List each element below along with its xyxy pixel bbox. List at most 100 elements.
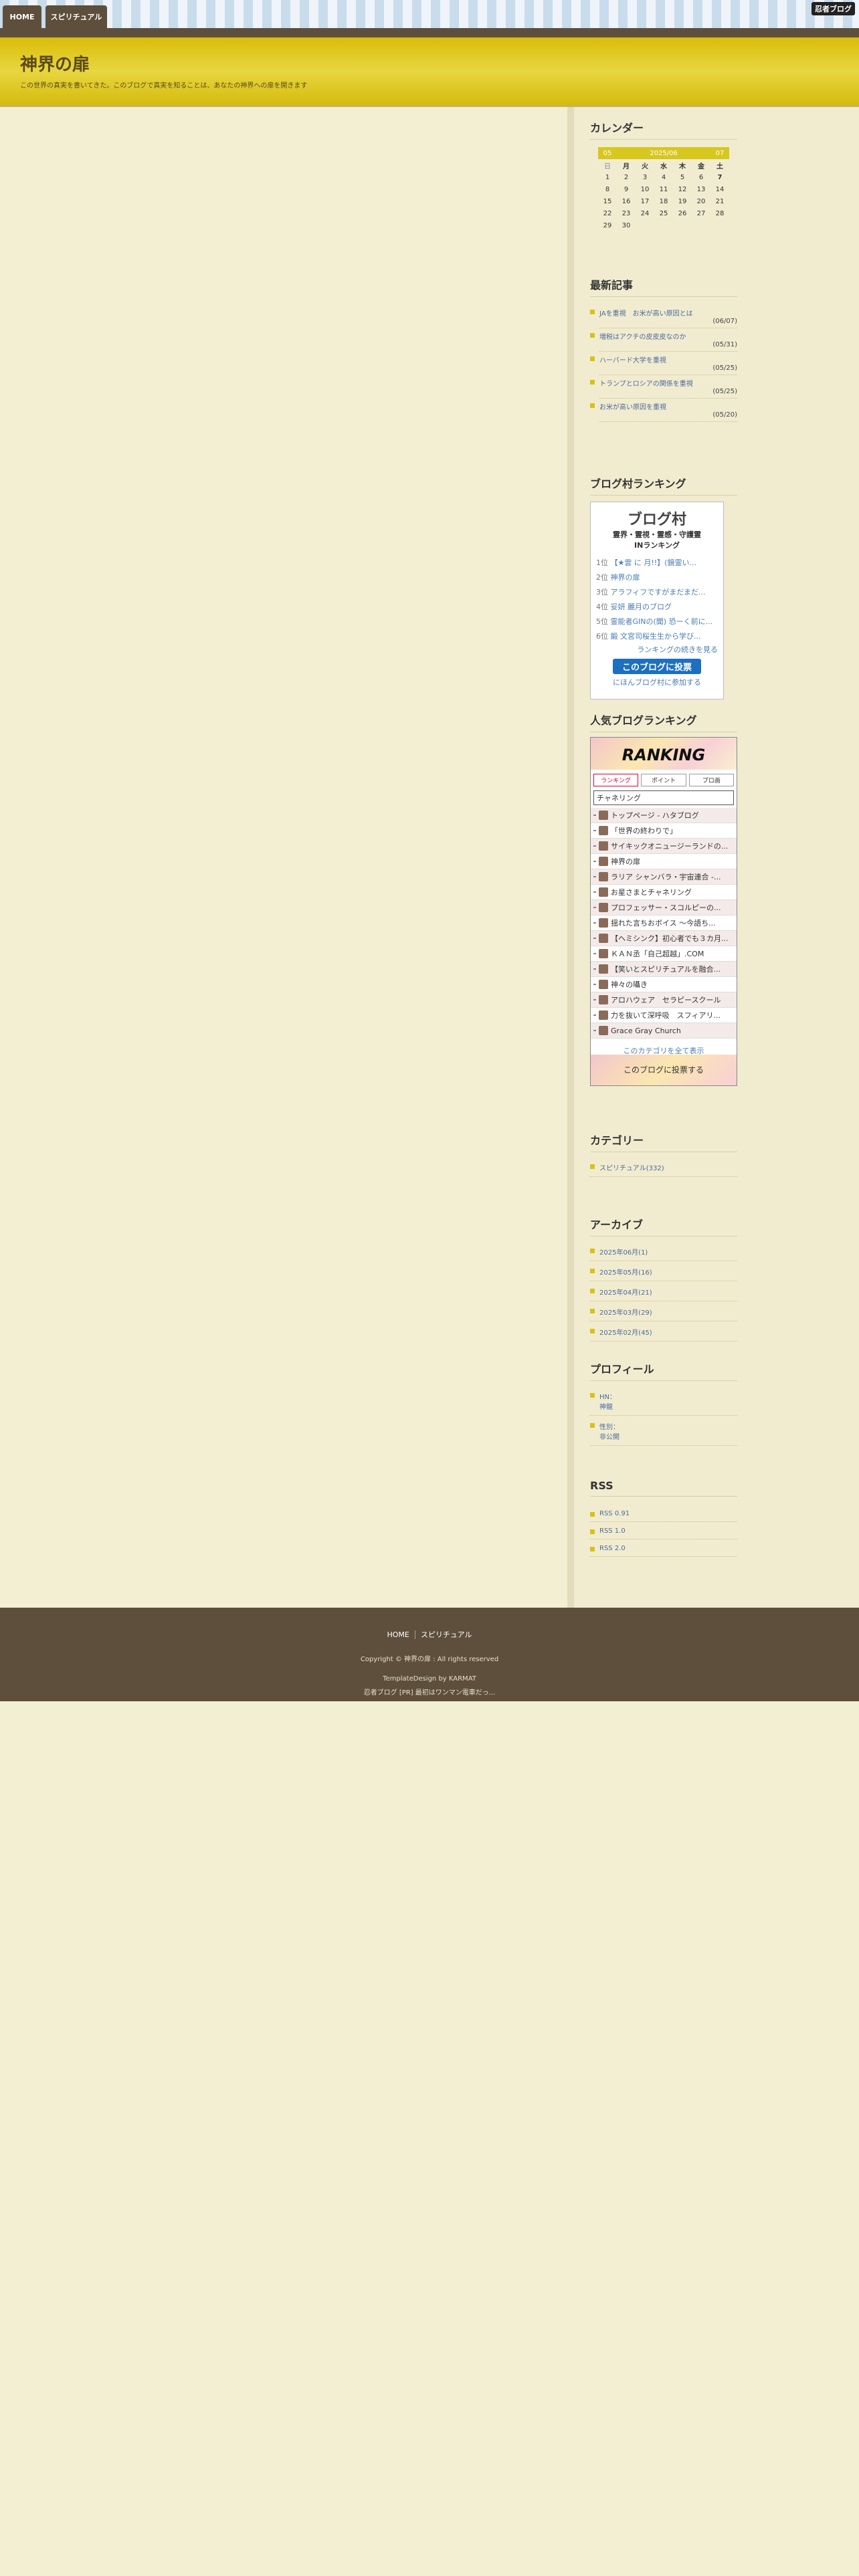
blog-name[interactable]: Grace Gray Church (611, 1027, 681, 1035)
rss-item[interactable]: RSS 2.0 (590, 1545, 737, 1557)
popular-ranking-row[interactable]: お星さまとチャネリング (591, 885, 737, 900)
ranking-blog-title[interactable]: 霊能者GINの(聞) 恐ーく前に... (608, 617, 712, 626)
blogmura-ranking-item[interactable]: 5位 霊能者GINの(聞) 恐ーく前に... (596, 615, 718, 629)
archive-item[interactable]: 2025年03月(29) (590, 1307, 737, 1321)
recent-post-item[interactable]: JAを重視 お米が高い原因とは (06/07) (590, 308, 737, 328)
blog-name[interactable]: 【笑いとスピリチュアルを融合... (611, 964, 721, 974)
calendar-day: 17 (640, 197, 650, 205)
blogmura-more-link[interactable]: ランキングの続きを見る (596, 644, 718, 655)
ranking-blog-title[interactable]: 鍛 文宮司桜生生から学び... (608, 632, 700, 641)
recent-posts-title: 最新記事 (590, 276, 737, 297)
calendar-day: 20 (696, 197, 706, 205)
calendar-day: 5 (680, 173, 685, 181)
calendar-day: 26 (678, 209, 687, 217)
calendar-weekday: 月 (623, 163, 630, 171)
rss-title: RSS (590, 1479, 737, 1497)
site-description: この世界の真実を書いてきた。このブログで真実を知ることは、あなたの神界への扉を開… (20, 82, 308, 90)
ranking-logo[interactable]: RANKING (591, 746, 737, 764)
blogmura-ranking-item[interactable]: 4位 妥妍 麗月のブログ (596, 600, 718, 615)
popular-ranking-row[interactable]: サイキックオニュージーランドの... (591, 839, 737, 854)
archive-item[interactable]: 2025年05月(16) (590, 1267, 737, 1281)
blog-name[interactable]: お星さまとチャネリング (611, 887, 692, 897)
calendar-next-month[interactable]: 07 (710, 147, 729, 159)
nav-tab-home[interactable]: HOME (3, 5, 41, 28)
blogmura-ranking-item[interactable]: 6位 鍛 文宮司桜生生から学び... (596, 629, 718, 644)
footer-ad-link[interactable]: 忍者ブログ [PR] 最初はワンマン電車だっ... (0, 1687, 859, 1697)
popular-ranking-row[interactable]: ＫＡＮ丞「自己超越」.COM (591, 946, 737, 962)
blogmura-ranking-list: 1位 【★雲 に 月!!】(鏡霊い... 2位 神界の扉 3位 アラフィフですがまだ… (596, 556, 718, 644)
blogmura-join-link[interactable]: にほんブログ村に参加する (596, 677, 718, 687)
rss-item[interactable]: RSS 0.91 (590, 1510, 737, 1522)
popular-ranking-row[interactable]: 揺れた言ちおボイス 〜今語ち... (591, 916, 737, 931)
blog-name[interactable]: トップページ - ハタブログ (611, 810, 699, 821)
blog-name[interactable]: 神界の扉 (611, 856, 640, 867)
rss-item[interactable]: RSS 1.0 (590, 1527, 737, 1539)
category-list: スピリチュアル(332) (590, 1162, 737, 1182)
sidebar: カレンダー 05 2025/06 07 日月火水木金土 1 2 3 4 5 6 7 8 9 10 1… (567, 107, 859, 1608)
archive-item[interactable]: 2025年02月(45) (590, 1327, 737, 1341)
blogmura-ranking-item[interactable]: 2位 神界の扉 (596, 570, 718, 585)
tab-ranking[interactable]: ランキング (593, 774, 639, 786)
popular-ranking-row[interactable]: 神々の囁き (591, 977, 737, 992)
calendar-day: 3 (642, 173, 648, 181)
recent-post-item[interactable]: お米が高い原因を重視 (05/20) (590, 401, 737, 422)
rank-badge (593, 968, 596, 970)
calendar-prev-month[interactable]: 05 (598, 147, 617, 159)
ranking-blog-title[interactable]: 【★雲 に 月!!】(鏡霊い... (608, 558, 696, 567)
blogmura-vote-button[interactable]: このブログに投票 (612, 659, 701, 674)
blog-name[interactable]: 揺れた言ちおボイス 〜今語ち... (611, 918, 716, 928)
rss-list: RSS 0.91 RSS 1.0 RSS 2.0 (590, 1510, 737, 1562)
ranking-blog-title[interactable]: アラフィフですがまだまだ... (608, 588, 705, 597)
footer-link-spiritual[interactable]: スピリチュアル (414, 1630, 478, 1639)
site-title[interactable]: 神界の扉 (20, 51, 90, 76)
blog-thumbnail (599, 903, 608, 912)
popular-ranking-row[interactable]: プロフェッサー・スコルピーの... (591, 900, 737, 916)
ninja-blog-logo[interactable]: 忍者ブログ (812, 2, 855, 15)
category-select[interactable]: チャネリング (593, 790, 734, 805)
rank-badge (593, 876, 596, 877)
tab-points[interactable]: ポイント (641, 774, 686, 786)
popular-ranking-row[interactable]: 力を抜いて深呼吸 スフィアリ... (591, 1008, 737, 1023)
tab-pro[interactable]: プロ画 (688, 774, 734, 786)
popular-ranking-row[interactable]: トップページ - ハタブログ (591, 808, 737, 823)
ranking-blog-title[interactable]: 妥妍 麗月のブログ (608, 603, 672, 611)
blogmura-logo[interactable]: ブログ村 (596, 508, 718, 529)
blog-name[interactable]: 力を抜いて深呼吸 スフィアリ... (611, 1010, 721, 1021)
ranking-blog-title[interactable]: 神界の扉 (608, 573, 640, 582)
blog-name[interactable]: 【ヘミシンク】初心者でも３カ月... (611, 933, 729, 944)
blogmura-ranking-item[interactable]: 3位 アラフィフですがまだまだ... (596, 585, 718, 600)
blog-name[interactable]: ラリア シャンバラ・宇宙連合 -... (611, 871, 721, 882)
blog-name[interactable]: アロハウェア セラピースクール (611, 994, 721, 1005)
footer-link-home[interactable]: HOME (381, 1630, 414, 1639)
recent-post-item[interactable]: トランプとロシアの関係を重視 (05/25) (590, 378, 737, 399)
rank-badge (593, 938, 596, 939)
popular-ranking-row[interactable]: 「世界の終わりで」 (591, 823, 737, 839)
archive-item[interactable]: 2025年04月(21) (590, 1287, 737, 1301)
ranking-position: 3位 (596, 588, 608, 597)
recent-post-date: (05/25) (599, 388, 737, 399)
blog-name[interactable]: 神々の囁き (611, 979, 648, 990)
popular-ranking-row[interactable]: 【笑いとスピリチュアルを融合... (591, 962, 737, 977)
category-item[interactable]: スピリチュアル(332) (590, 1162, 737, 1177)
nav-tab-spiritual[interactable]: スピリチュアル (45, 5, 107, 28)
calendar-weekday: 日 (604, 163, 611, 171)
ranking-position: 5位 (596, 617, 608, 626)
blogmura-ranking-item[interactable]: 1位 【★雲 に 月!!】(鏡霊い... (596, 556, 718, 570)
recent-post-item[interactable]: 増税はアクチの皮皮皮なのか (05/31) (590, 331, 737, 352)
ranking-position: 2位 (596, 573, 608, 582)
popular-ranking-row[interactable]: Grace Gray Church (591, 1023, 737, 1039)
blog-name[interactable]: プロフェッサー・スコルピーの... (611, 902, 721, 913)
popular-ranking-row[interactable]: アロハウェア セラピースクール (591, 992, 737, 1008)
blog-name[interactable]: 「世界の終わりで」 (611, 825, 677, 836)
archive-item[interactable]: 2025年06月(1) (590, 1247, 737, 1261)
blog-name[interactable]: サイキックオニュージーランドの... (611, 841, 728, 851)
template-credit[interactable]: TemplateDesign by KARMAT (0, 1675, 859, 1683)
blog-name[interactable]: ＫＡＮ丞「自己超越」.COM (611, 948, 704, 959)
calendar-day: 16 (622, 197, 631, 205)
popular-ranking-row[interactable]: ラリア シャンバラ・宇宙連合 -... (591, 869, 737, 885)
rank-badge (593, 861, 596, 862)
recent-post-item[interactable]: ハーバード大学を重視 (05/25) (590, 354, 737, 375)
popular-ranking-row[interactable]: 神界の扉 (591, 854, 737, 869)
popular-ranking-row[interactable]: 【ヘミシンク】初心者でも３カ月... (591, 931, 737, 946)
popular-vote-link[interactable]: このブログに投票する (591, 1055, 737, 1085)
